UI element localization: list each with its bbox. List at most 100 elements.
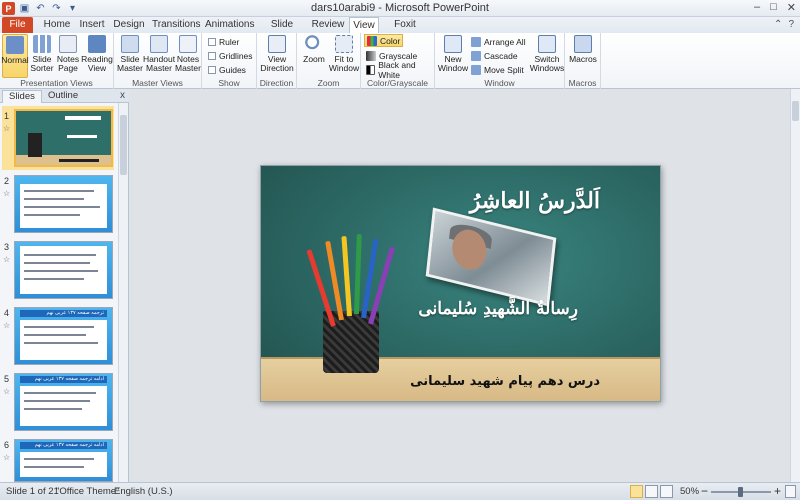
- star-icon: ☆: [3, 255, 11, 264]
- tab-home[interactable]: Home: [40, 17, 74, 33]
- slide-title: اَلدَّرسُ العاشِرُ: [469, 188, 600, 214]
- normal-view-status-icon[interactable]: [630, 485, 643, 498]
- ribbon-help-icons: ⌃ ?: [774, 19, 794, 30]
- arrange-all-button[interactable]: Arrange All: [471, 35, 526, 48]
- slide-thumbnail[interactable]: [14, 109, 113, 167]
- tab-file[interactable]: File: [2, 17, 33, 33]
- slide-master-icon: [121, 35, 139, 53]
- thumb-text-line: [24, 270, 98, 272]
- cascade-button[interactable]: Cascade: [471, 49, 518, 62]
- notes-master-button[interactable]: Notes Master: [175, 34, 201, 78]
- maximize-button[interactable]: □: [770, 1, 777, 14]
- handout-master-button[interactable]: Handout Master: [143, 34, 175, 78]
- powerpoint-logo-icon[interactable]: P: [2, 2, 15, 15]
- customize-qat-icon[interactable]: ▾: [66, 2, 79, 15]
- help-icon[interactable]: ?: [788, 19, 794, 30]
- star-icon: ☆: [3, 124, 11, 133]
- notes-page-button[interactable]: Notes Page: [56, 34, 80, 78]
- zoom-button[interactable]: Zoom: [301, 34, 327, 78]
- arrange-all-icon: [471, 36, 481, 47]
- thumb-text-line: [24, 400, 90, 402]
- notes-page-icon: [59, 35, 77, 53]
- tab-slides[interactable]: Slides: [2, 90, 42, 103]
- thumb-text-line: [24, 254, 96, 256]
- group-label: Presentation Views: [20, 78, 93, 88]
- macros-button[interactable]: Macros: [568, 34, 598, 78]
- current-slide[interactable]: اَلدَّرسُ العاشِرُ رِسالةُ الشَّهیدِ سُل…: [260, 165, 661, 402]
- color-option[interactable]: Color: [364, 34, 404, 47]
- zoom-out-icon[interactable]: −: [701, 484, 708, 498]
- zoom-level[interactable]: 50%: [680, 486, 699, 497]
- save-icon[interactable]: ▣: [18, 2, 31, 15]
- switch-windows-icon: [538, 35, 556, 53]
- zoom-slider-handle[interactable]: [738, 487, 743, 497]
- panel-scrollbar[interactable]: [118, 103, 128, 482]
- slide-number: 3: [4, 242, 10, 252]
- cascade-icon: [471, 50, 481, 61]
- group-label: Show: [218, 78, 240, 88]
- thumb-text-line: [24, 190, 94, 192]
- tab-animations[interactable]: Animations: [205, 17, 254, 33]
- thumb-content: [20, 452, 107, 477]
- tab-foxit-pdf[interactable]: Foxit PDF: [384, 17, 426, 45]
- color-icon: [367, 35, 377, 46]
- thumb-slide-title: ادامه ترجمه صفحه ۱۳۷ عربی نهم: [20, 376, 107, 383]
- group-label: Zoom: [317, 78, 340, 88]
- thumb-text-line: [24, 278, 84, 280]
- black-and-white-option[interactable]: Black and White: [366, 60, 434, 80]
- tab-outline[interactable]: Outline: [42, 90, 84, 103]
- star-icon: ☆: [3, 387, 11, 396]
- move-split-button[interactable]: Move Split: [471, 63, 524, 76]
- language[interactable]: English (U.S.): [114, 486, 173, 497]
- reading-view-status-icon[interactable]: [660, 485, 673, 498]
- minimize-button[interactable]: –: [754, 1, 760, 14]
- tab-transitions[interactable]: Transitions: [152, 17, 201, 33]
- reading-view-icon: [88, 35, 106, 53]
- thumb-text-line: [24, 262, 90, 264]
- group-zoom: Zoom Fit to Window Zoom: [297, 33, 361, 89]
- ribbon: Normal Slide Sorter Notes Page Reading V…: [0, 33, 800, 89]
- redo-icon[interactable]: ↷: [50, 2, 63, 15]
- gridlines-checkbox[interactable]: Gridlines: [208, 49, 253, 62]
- group-direction: View Direction Direction: [257, 33, 297, 89]
- view-direction-icon: [268, 35, 286, 53]
- ruler-checkbox[interactable]: Ruler: [208, 35, 239, 48]
- close-panel-icon[interactable]: x: [120, 90, 125, 101]
- scrollbar-thumb[interactable]: [120, 115, 127, 175]
- switch-windows-button[interactable]: Switch Windows: [530, 34, 564, 78]
- guides-checkbox[interactable]: Guides: [208, 63, 246, 76]
- new-window-button[interactable]: New Window: [438, 34, 468, 78]
- thumb-slide-title: ادامه ترجمه صفحه ۱۳۷ عربی نهم: [20, 442, 107, 449]
- tab-design[interactable]: Design: [113, 17, 145, 33]
- reading-view-button[interactable]: Reading View: [81, 34, 113, 78]
- zoom-in-icon[interactable]: +: [774, 484, 781, 498]
- slide-thumbnail[interactable]: ادامه ترجمه صفحه ۱۳۷ عربی نهم: [14, 373, 113, 431]
- view-direction-button[interactable]: View Direction: [259, 34, 295, 78]
- fit-slide-icon[interactable]: [785, 485, 796, 498]
- new-window-icon: [444, 35, 462, 53]
- slide-thumbnail[interactable]: [14, 241, 113, 299]
- tab-review[interactable]: Review: [311, 17, 345, 33]
- group-window: New Window Arrange All Cascade Move Spli…: [435, 33, 565, 89]
- fit-to-window-button[interactable]: Fit to Window: [329, 34, 359, 78]
- slide-thumbnail[interactable]: ترجمه صفحه ۱۳۷ عربی نهم: [14, 307, 113, 365]
- slide-thumbnail[interactable]: [14, 175, 113, 233]
- thumb-text-line: [24, 466, 84, 468]
- minimize-ribbon-icon[interactable]: ⌃: [774, 19, 782, 30]
- slide-master-button[interactable]: Slide Master: [117, 34, 143, 78]
- ribbon-tabs: File Home Insert Design Transitions Anim…: [0, 17, 800, 45]
- slide-sorter-button[interactable]: Slide Sorter: [30, 34, 54, 78]
- group-label: Master Views: [132, 78, 183, 88]
- tab-view[interactable]: View: [349, 17, 379, 33]
- tab-insert[interactable]: Insert: [77, 17, 107, 33]
- slide-thumbnail[interactable]: ادامه ترجمه صفحه ۱۳۷ عربی نهم: [14, 439, 113, 482]
- slide-sorter-status-icon[interactable]: [645, 485, 658, 498]
- tab-slide-show[interactable]: Slide Show: [259, 17, 305, 45]
- close-button[interactable]: ✕: [787, 1, 796, 14]
- scrollbar-thumb[interactable]: [792, 101, 799, 121]
- undo-icon[interactable]: ↶: [34, 2, 47, 15]
- stage-scrollbar[interactable]: [790, 89, 800, 482]
- thumb-text-line: [24, 206, 100, 208]
- normal-view-button[interactable]: Normal: [1, 34, 29, 78]
- thumb-content: [20, 184, 107, 228]
